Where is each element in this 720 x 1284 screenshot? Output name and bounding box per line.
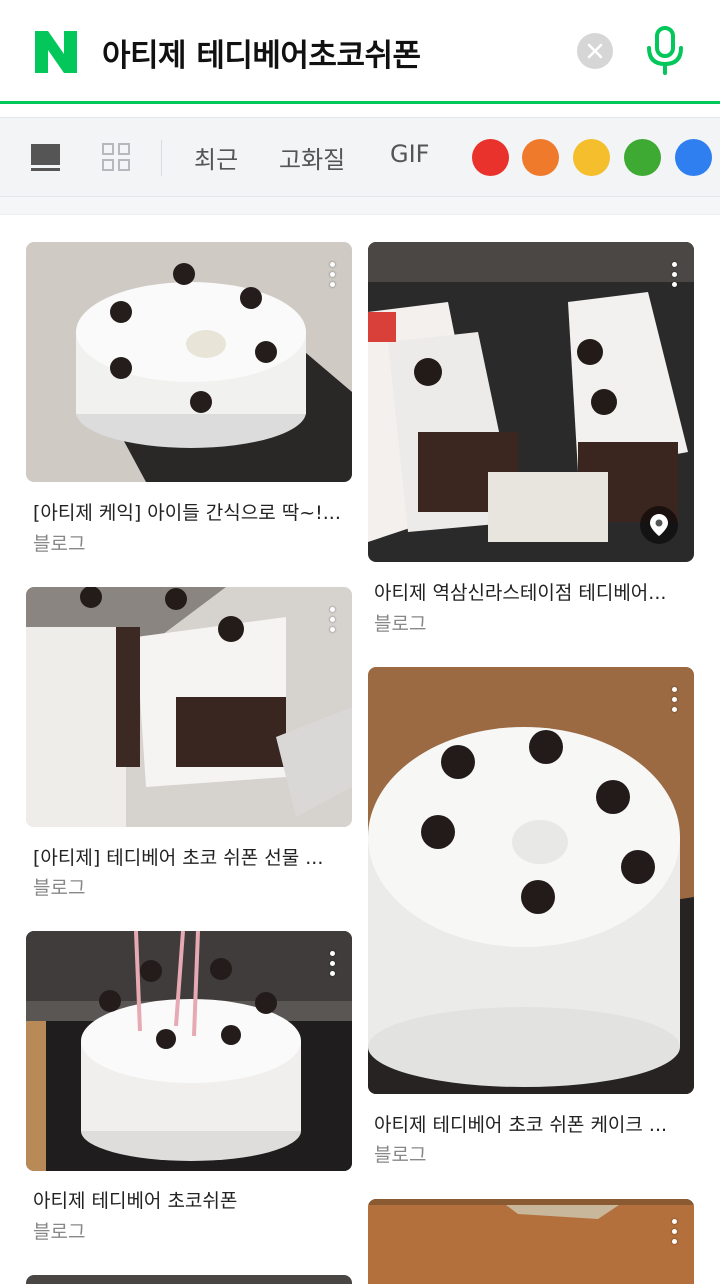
- grid-view-button[interactable]: [102, 143, 130, 172]
- clear-search-button[interactable]: [577, 33, 613, 69]
- result-image-5[interactable]: [26, 931, 352, 1171]
- result-image-2[interactable]: [368, 242, 694, 562]
- location-pin-icon: [650, 514, 668, 536]
- grid-view-icon: [102, 143, 130, 171]
- filter-divider: [161, 140, 162, 176]
- search-input[interactable]: 아티제 테디베어초코쉬폰: [102, 30, 421, 75]
- result-title-4[interactable]: 아티제 테디베어 초코 쉬폰 케이크 ...: [374, 1110, 690, 1137]
- result-image-7[interactable]: [368, 1199, 694, 1284]
- single-view-icon: [31, 144, 60, 171]
- result-image-3[interactable]: [26, 587, 352, 827]
- more-vertical-icon[interactable]: [670, 262, 678, 294]
- result-title-3[interactable]: [아티제] 테디베어 초코 쉬폰 선물 ...: [33, 843, 349, 870]
- result-source-3: 블로그: [33, 877, 86, 899]
- filter-high-quality[interactable]: 고화질: [279, 140, 345, 175]
- color-filter-blue[interactable]: [675, 139, 712, 176]
- more-vertical-icon[interactable]: [328, 951, 336, 983]
- color-filter-green[interactable]: [624, 139, 661, 176]
- close-icon: [587, 43, 603, 59]
- naver-logo-icon[interactable]: [35, 31, 77, 73]
- result-source-5: 블로그: [33, 1221, 86, 1243]
- cake-candles-photo: [26, 931, 352, 1171]
- search-header: 아티제 테디베어초코쉬폰: [0, 0, 720, 104]
- result-image-4[interactable]: [368, 667, 694, 1094]
- microphone-icon: [647, 26, 683, 75]
- location-badge: [640, 506, 678, 544]
- more-vertical-icon[interactable]: [328, 607, 336, 639]
- result-title-5[interactable]: 아티제 테디베어 초코쉬폰: [33, 1186, 349, 1213]
- color-filter-red[interactable]: [472, 139, 509, 176]
- result-title-1[interactable]: [아티제 케익] 아이들 간식으로 딱~!...: [33, 498, 349, 525]
- result-source-2: 블로그: [374, 613, 427, 635]
- cake-slice-photo: [26, 587, 352, 827]
- cake-photo: [26, 242, 352, 482]
- cake-photo: [26, 1275, 352, 1284]
- color-filter-yellow[interactable]: [573, 139, 610, 176]
- result-source-4: 블로그: [374, 1144, 427, 1166]
- more-vertical-icon[interactable]: [328, 262, 336, 294]
- filter-gif[interactable]: GIF: [390, 140, 429, 168]
- cake-topview-photo: [368, 667, 694, 1094]
- result-image-6[interactable]: [26, 1275, 352, 1284]
- more-vertical-icon[interactable]: [670, 1219, 678, 1251]
- result-image-1[interactable]: [26, 242, 352, 482]
- more-vertical-icon[interactable]: [670, 687, 678, 719]
- result-source-1: 블로그: [33, 533, 86, 555]
- voice-search-button[interactable]: [642, 26, 688, 76]
- single-view-button[interactable]: [31, 144, 60, 172]
- section-gap: [0, 197, 720, 215]
- filter-recent[interactable]: 최근: [194, 140, 238, 175]
- table-photo: [368, 1199, 694, 1284]
- image-filter-bar: 최근 고화질 GIF: [0, 117, 720, 197]
- color-filter-orange[interactable]: [522, 139, 559, 176]
- result-title-2[interactable]: 아티제 역삼신라스테이점 테디베어...: [374, 578, 690, 605]
